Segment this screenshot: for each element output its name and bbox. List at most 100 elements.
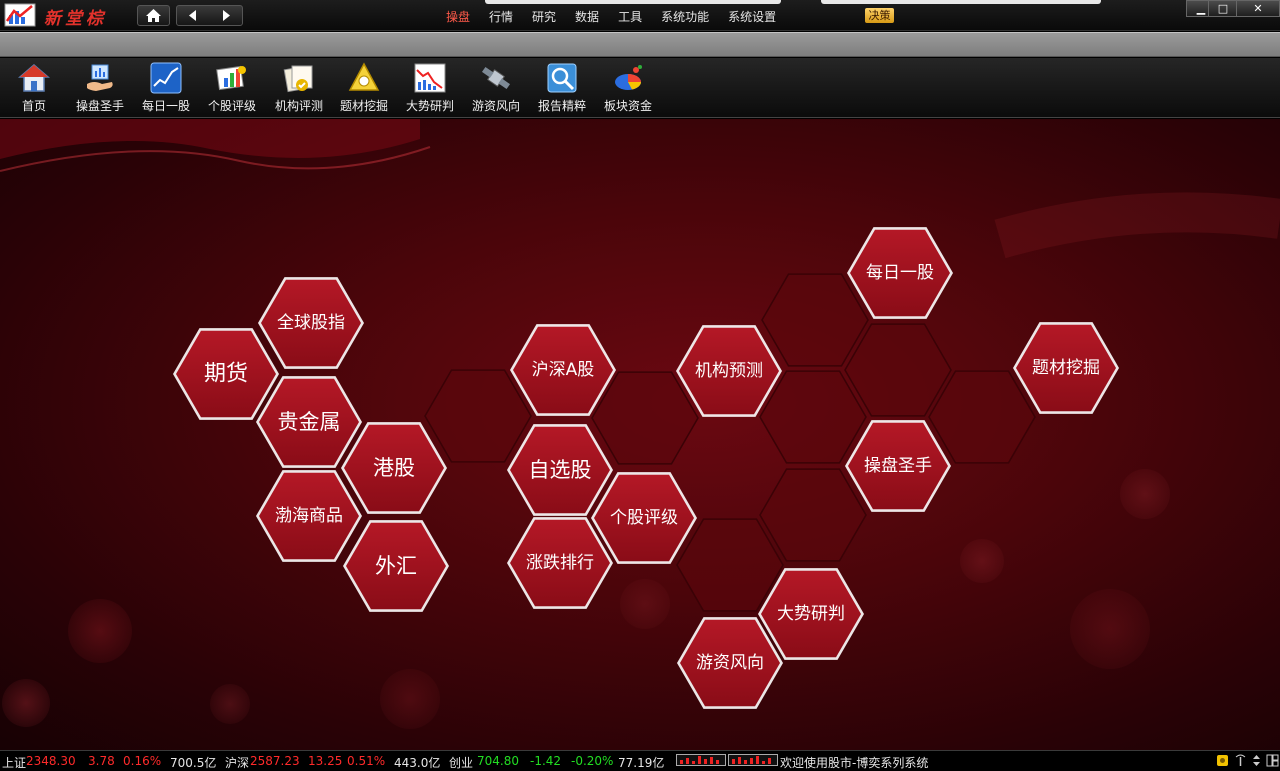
hex-tile-watchlist[interactable]: 自选股 (507, 424, 613, 516)
index-hs-change: 13.25 (308, 754, 343, 768)
welcome-message: 欢迎使用股市-博奕系列系统 (780, 756, 929, 770)
stock-rating-icon (216, 65, 246, 91)
market-breadth-meter (728, 754, 778, 766)
hex-tile-institution-forecast[interactable]: 机构预测 (676, 325, 782, 417)
window-tab-indicator (821, 0, 1101, 4)
hex-tile-label: 大势研判 (777, 604, 845, 624)
maximize-button[interactable]: □ (1208, 0, 1238, 17)
app-brand: 新堂棕 (44, 9, 107, 29)
hex-tile-label: 贵金属 (278, 410, 341, 434)
index-sh-value: 2348.30 (26, 754, 76, 768)
hot-money-icon (481, 66, 511, 90)
hex-tile-label: 题材挖掘 (1032, 358, 1100, 378)
menu-item-system-settings[interactable]: 系统设置 (728, 8, 776, 25)
empty-hex (424, 369, 532, 463)
hex-tile-a-shares[interactable]: 沪深A股 (510, 324, 616, 416)
close-button[interactable]: ✕ (1236, 0, 1280, 17)
home-nav-button[interactable] (137, 5, 170, 26)
hex-tile-label: 操盘圣手 (864, 456, 932, 476)
index-hs-value: 2587.23 (250, 754, 300, 768)
index-cy-volume: 77.19亿 (618, 756, 665, 770)
hex-tile-label: 个股评级 (610, 508, 678, 528)
hex-tile-futures[interactable]: 期货 (173, 328, 279, 420)
home-icon (18, 64, 50, 92)
toolbar-daily-stock-button[interactable]: 每日一股 (136, 62, 196, 114)
hex-tile-label: 涨跌排行 (526, 553, 594, 573)
empty-hex (759, 370, 867, 464)
history-nav (176, 5, 243, 26)
toolbar-label: 游资风向 (471, 99, 520, 113)
forward-icon[interactable] (210, 6, 242, 25)
toolbar-label: 首页 (21, 99, 46, 113)
toolbar-home-button[interactable]: 首页 (4, 62, 64, 114)
hex-tile-daily-stock[interactable]: 每日一股 (847, 227, 953, 319)
label-hex-group: 期货 全球股指贵金属港股渤海商品外汇 沪深A股自选股涨跌排行 个股评级 机构预测 每日一股… (173, 227, 1119, 709)
institution-eval-icon (283, 65, 313, 93)
toolbar-label: 操盘圣手 (75, 99, 124, 113)
main-toolbar: 首页 操盘圣手 每日一股 个股评级 机构评测 题材挖掘 大势研判 游资风向 报告… (0, 58, 1280, 118)
hex-tile-precious-metals[interactable]: 贵金属 (256, 376, 362, 468)
hex-tile-rank-movers[interactable]: 涨跌排行 (507, 517, 613, 609)
index-sh-volume: 700.5亿 (170, 756, 217, 770)
hex-tile-global-index[interactable]: 全球股指 (258, 277, 364, 369)
index-cy-percent: -0.20% (571, 754, 614, 768)
index-cy-value: 704.80 (477, 754, 519, 768)
toolbar-label: 每日一股 (141, 99, 190, 113)
main-canvas: 期货 全球股指贵金属 港股 渤海商品 外汇 沪深A股 自选股涨跌排行 个股评级 机构预测 每日一股… (0, 119, 1280, 750)
empty-hex (759, 468, 867, 562)
toolbar-label: 题材挖掘 (339, 99, 388, 113)
hex-tile-trader-master[interactable]: 操盘圣手 (845, 420, 951, 512)
toolbar-hot-money-button[interactable]: 游资风向 (466, 62, 526, 114)
juece-button[interactable]: 决策 (865, 8, 894, 23)
window-tab-indicator (485, 0, 781, 4)
index-sh-percent: 0.16% (123, 754, 162, 768)
empty-hex (928, 370, 1036, 464)
index-cy-change: -1.42 (530, 754, 562, 768)
hex-tile-hk-stocks[interactable]: 港股 (341, 422, 447, 514)
toolbar-trader-button[interactable]: 操盘圣手 (70, 62, 130, 114)
address-strip (0, 32, 1280, 57)
hex-tile-bohai-commodities[interactable]: 渤海商品 (256, 470, 362, 562)
hex-tile-label: 每日一股 (866, 263, 934, 283)
hex-tile-forex[interactable]: 外汇 (343, 520, 449, 612)
toolbar-label: 大势研判 (405, 99, 454, 113)
hex-tile-label: 机构预测 (695, 361, 763, 381)
theme-mining-icon (348, 62, 380, 91)
title-bar: 新堂棕 操盘 行情 研究 数据 工具 系统功能 系统设置 决策 ▁ □ ✕ (0, 0, 1280, 31)
menu-item-trading[interactable]: 操盘 (446, 8, 470, 25)
menu-item-system-functions[interactable]: 系统功能 (661, 8, 709, 25)
empty-hex (844, 323, 952, 417)
hex-tile-label: 游资风向 (696, 653, 764, 673)
index-sh-change: 3.78 (88, 754, 115, 768)
menu-item-data[interactable]: 数据 (575, 8, 599, 25)
connection-signal-icon[interactable] (1234, 754, 1247, 767)
toolbar-stock-rating-button[interactable]: 个股评级 (202, 62, 262, 114)
hex-tile-stock-rating[interactable]: 个股评级 (591, 472, 697, 564)
toolbar-market-trend-button[interactable]: 大势研判 (400, 62, 460, 114)
daily-chart-icon (150, 62, 182, 94)
index-hs-volume: 443.0亿 (394, 756, 441, 770)
market-breadth-meter (676, 754, 726, 766)
menu-item-research[interactable]: 研究 (532, 8, 556, 25)
index-cy-label: 创业 (449, 756, 474, 770)
up-down-arrows-icon[interactable] (1250, 754, 1263, 767)
status-bar: 上证 2348.30 3.78 0.16% 700.5亿 沪深 2587.23 … (0, 750, 1280, 771)
index-hs-percent: 0.51% (347, 754, 386, 768)
report-icon (547, 63, 577, 93)
market-trend-icon (414, 63, 446, 93)
layout-icon[interactable] (1266, 754, 1279, 767)
menu-item-quotes[interactable]: 行情 (489, 8, 513, 25)
hex-tile-theme-mining[interactable]: 题材挖掘 (1013, 322, 1119, 414)
toolbar-sector-funds-button[interactable]: 板块资金 (598, 62, 658, 114)
toolbar-theme-mining-button[interactable]: 题材挖掘 (334, 62, 394, 114)
toolbar-institution-button[interactable]: 机构评测 (269, 62, 329, 114)
index-hs-label: 沪深 (225, 756, 250, 770)
toolbar-label: 机构评测 (274, 99, 323, 113)
sector-funds-icon (615, 65, 642, 90)
hex-tile-hot-money[interactable]: 游资风向 (677, 617, 783, 709)
toolbar-label: 报告精粹 (537, 99, 586, 113)
back-icon[interactable] (177, 6, 209, 25)
notification-icon[interactable] (1216, 754, 1229, 767)
toolbar-report-button[interactable]: 报告精粹 (532, 62, 592, 114)
menu-item-tools[interactable]: 工具 (618, 8, 642, 25)
